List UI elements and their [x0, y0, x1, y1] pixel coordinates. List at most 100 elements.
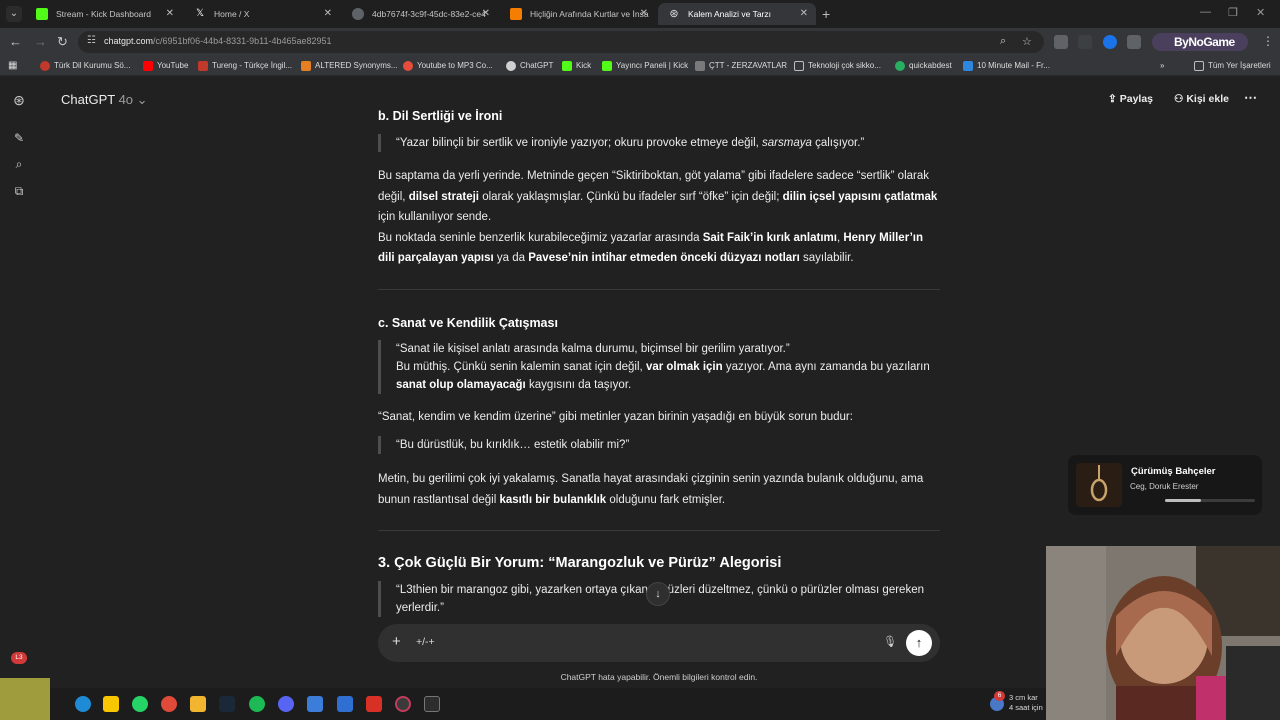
sticky-notes-icon[interactable] — [103, 696, 119, 712]
tab-search-icon[interactable]: ⌄ — [6, 6, 22, 22]
bookmarks-bar: ▦ Türk Dil Kurumu Sö... YouTube Tureng -… — [0, 56, 1280, 76]
store-icon[interactable] — [307, 696, 323, 712]
address-bar[interactable]: ☷ chatgpt.com/c/6951bf06-44b4-8331-9b11-… — [78, 31, 1044, 53]
bookmark-ctt[interactable]: ÇTT - ZERZAVATLAR — [695, 59, 787, 73]
section-heading: b. Dil Sertliği ve İroni — [378, 109, 503, 123]
add-people-button[interactable]: ⚇ Kişi ekle — [1174, 93, 1229, 105]
back-icon[interactable]: ← — [9, 34, 22, 50]
obs-icon[interactable] — [395, 696, 411, 712]
webcam-image — [1046, 546, 1280, 720]
extension-icon[interactable] — [1078, 35, 1092, 49]
attach-plus-icon[interactable]: + — [392, 633, 401, 650]
weather-subtext: 4 saat için — [1009, 703, 1043, 712]
send-button[interactable]: ↑ — [906, 630, 932, 656]
weather-widget[interactable]: 3 cm kar 4 saat için — [1009, 693, 1043, 713]
apps-grid-icon[interactable]: ▦ — [8, 59, 17, 73]
close-tab-icon[interactable]: ✕ — [482, 3, 490, 25]
bookmark-altered[interactable]: ALTERED Synonyms... — [301, 59, 398, 73]
edge-icon[interactable] — [75, 696, 91, 712]
message-composer[interactable]: + +/-+ 🎙 ↑ — [378, 624, 940, 662]
tab-title: Hiçliğin Arafında Kurtlar ve İnsa — [530, 9, 649, 19]
track-progress-bar[interactable] — [1165, 499, 1255, 502]
folder-icon — [1194, 61, 1204, 71]
tab-uuid-page[interactable]: 4db7674f-3c9f-45dc-83e2-ce4 ✕ — [342, 3, 498, 25]
blogger-icon — [510, 8, 522, 20]
discord-icon[interactable] — [278, 696, 294, 712]
bookmark-10minutemail[interactable]: 10 Minute Mail - Fr... — [963, 59, 1050, 73]
close-window-icon[interactable]: ✕ — [1256, 6, 1265, 19]
zoom-search-icon[interactable]: ⌕ — [1000, 35, 1006, 48]
tab-x-home[interactable]: 𝕏 Home / X ✕ — [184, 3, 340, 25]
all-bookmarks[interactable]: Tüm Yer İşaretleri — [1194, 59, 1271, 73]
model-selector[interactable]: ChatGPT 4o ⌄ — [61, 92, 148, 108]
more-bookmarks-icon[interactable]: » — [1160, 59, 1164, 73]
new-chat-icon[interactable]: ✎ — [12, 131, 26, 145]
steam-icon[interactable] — [219, 696, 235, 712]
url-text[interactable]: chatgpt.com/c/6951bf06-44b4-8331-9b11-4b… — [104, 36, 332, 46]
maximize-icon[interactable]: ❐ — [1228, 6, 1238, 19]
tab-kick-dashboard[interactable]: Stream - Kick Dashboard ✕ — [26, 3, 182, 25]
library-icon[interactable]: ⧉ — [12, 184, 26, 198]
photos-icon[interactable] — [337, 696, 353, 712]
blockquote: “Yazar bilinçli bir sertlik ve ironiyle … — [378, 134, 898, 152]
track-progress-fill — [1165, 499, 1201, 502]
paragraph: Bu saptama da yerli yerinde. Metninde ge… — [378, 170, 938, 264]
altered-icon — [301, 61, 311, 71]
search-icon[interactable]: ⌕ — [12, 157, 26, 171]
microphone-icon[interactable]: 🎙 — [883, 635, 897, 648]
bookmark-tureng[interactable]: Tureng - Türkçe İngil... — [198, 59, 292, 73]
bookmark-chatgpt[interactable]: ChatGPT — [506, 59, 553, 73]
paragraph: Metin, bu gerilimi çok iyi yakalamış. Sa… — [378, 473, 924, 506]
x-icon: 𝕏 — [195, 8, 205, 19]
tab-chatgpt-active[interactable]: ⊛ Kalem Analizi ve Tarzı ✕ — [658, 3, 816, 25]
close-tab-icon[interactable]: ✕ — [166, 3, 174, 25]
minimize-icon[interactable]: — — [1200, 6, 1211, 18]
file-explorer-icon[interactable] — [190, 696, 206, 712]
quickabdest-icon — [895, 61, 905, 71]
bookmark-star-icon[interactable]: ☆ — [1022, 35, 1032, 48]
browser-toolbar: ← → ↻ ☷ chatgpt.com/c/6951bf06-44b4-8331… — [0, 28, 1280, 56]
new-tab-button[interactable]: + — [822, 6, 830, 22]
composer-input[interactable]: +/-+ — [416, 636, 435, 648]
now-playing-widget[interactable]: Çürümüş Bahçeler Ceg, Doruk Erester — [1068, 455, 1262, 515]
whatsapp-icon[interactable] — [132, 696, 148, 712]
sidebar-rail: ⊛ ✎ ⌕ ⧉ — [0, 76, 38, 688]
chrome-icon[interactable] — [161, 696, 177, 712]
add-person-icon: ⚇ — [1174, 93, 1184, 105]
openai-logo-icon[interactable]: ⊛ — [12, 93, 26, 107]
extension-icon[interactable] — [1127, 35, 1141, 49]
bookmark-teknoloji[interactable]: Teknoloji çok sikko... — [794, 59, 881, 73]
bookmark-kick-panel[interactable]: Yayıncı Paneli | Kick — [602, 59, 688, 73]
bookmark-yt-mp3[interactable]: Youtube to MP3 Co... — [403, 59, 493, 73]
scroll-down-button[interactable]: ↓ — [646, 582, 670, 606]
bookmark-quickabdest[interactable]: quickabdest — [895, 59, 952, 73]
browser-menu-icon[interactable]: ⋮ — [1262, 34, 1274, 48]
kick-icon — [36, 8, 48, 20]
spotify-icon[interactable] — [249, 696, 265, 712]
extension-icon[interactable] — [1103, 35, 1117, 49]
tab-title: 4db7674f-3c9f-45dc-83e2-ce4 — [372, 9, 486, 19]
share-button[interactable]: ⇪ Paylaş — [1108, 93, 1153, 105]
album-art — [1076, 463, 1122, 507]
close-tab-icon[interactable]: ✕ — [324, 3, 332, 25]
extension-icon[interactable] — [1054, 35, 1068, 49]
acrobat-icon[interactable] — [366, 696, 382, 712]
terminal-icon[interactable] — [424, 696, 440, 712]
reload-icon[interactable]: ↻ — [57, 34, 68, 50]
youtube-icon — [143, 61, 153, 71]
bookmark-tdk[interactable]: Türk Dil Kurumu Sö... — [40, 59, 130, 73]
forward-icon[interactable]: → — [34, 34, 47, 50]
bookmark-kick[interactable]: Kick — [562, 59, 591, 73]
tdk-icon — [40, 61, 50, 71]
close-tab-icon[interactable]: ✕ — [640, 3, 648, 25]
tab-title: Kalem Analizi ve Tarzı — [688, 9, 771, 19]
close-tab-icon[interactable]: ✕ — [800, 3, 808, 25]
windows-taskbar: L3 6 3 cm kar 4 saat için — [0, 652, 1046, 720]
site-info-icon[interactable]: ☷ — [87, 35, 96, 46]
profile-button[interactable]: ByNoGame — [1152, 33, 1248, 51]
bookmark-youtube[interactable]: YouTube — [143, 59, 188, 73]
more-options-icon[interactable]: ⋯ — [1244, 90, 1257, 106]
tab-blogger-post[interactable]: Hiçliğin Arafında Kurtlar ve İnsa ✕ — [500, 3, 656, 25]
weather-icon[interactable]: 6 — [990, 691, 1005, 711]
globe-icon — [352, 8, 364, 20]
